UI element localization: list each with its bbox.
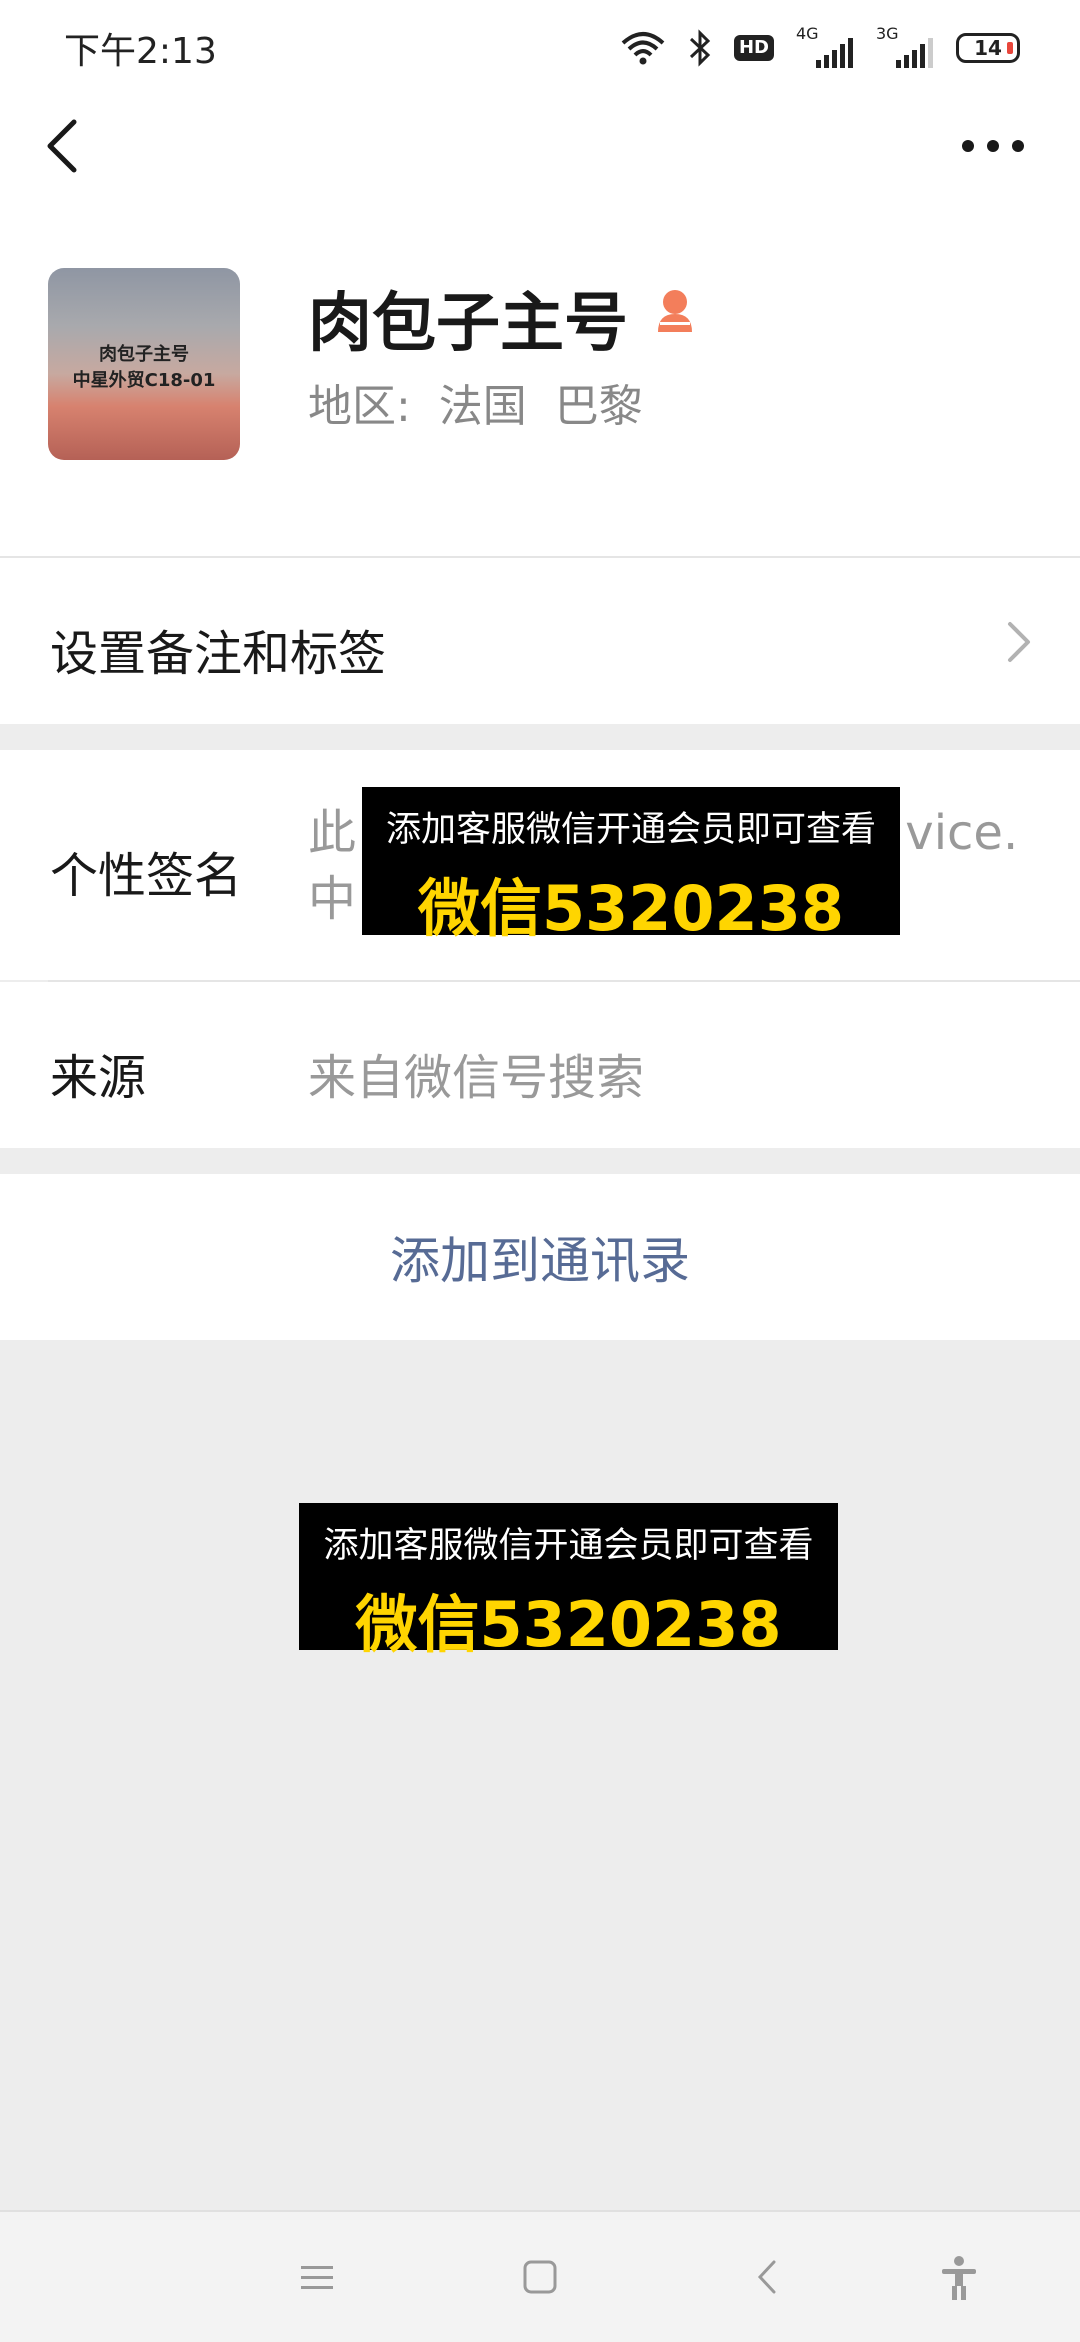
source-row: 来源 来自微信号搜索 (0, 982, 1080, 1148)
add-to-contacts-button[interactable]: 添加到通讯录 (0, 1174, 1080, 1340)
female-gender-icon (650, 286, 700, 336)
battery-low-indicator (1007, 42, 1013, 54)
back-chevron-icon[interactable] (742, 2252, 792, 2302)
avatar-text-line2: 中星外贸C18-01 (72, 370, 216, 391)
promo-line2: 微信5320238 (418, 872, 844, 945)
menu-icon[interactable] (293, 2252, 343, 2302)
status-bar: 下午2:13 HD 4G 3G 14 (0, 0, 1080, 96)
hd-icon: HD (733, 35, 774, 61)
profile-name: 肉包子主号 (308, 287, 628, 361)
promo-line2: 微信5320238 (355, 1588, 782, 1661)
signal-3g-icon: 3G (876, 24, 934, 68)
promo-banner: 添加客服微信开通会员即可查看 微信5320238 (299, 1503, 838, 1661)
profile-region: 地区: 法国 巴黎 (308, 381, 643, 432)
bluetooth-icon (688, 29, 712, 67)
promo-banner: 添加客服微信开通会员即可查看 微信5320238 (362, 787, 900, 945)
more-dots-icon[interactable] (958, 126, 1028, 166)
avatar-text-line1: 肉包子主号 (99, 344, 189, 365)
promo-line1: 添加客服微信开通会员即可查看 (385, 810, 876, 850)
signal-4g-icon: 4G (796, 24, 854, 68)
accessibility-icon[interactable] (934, 2252, 984, 2302)
back-arrow-icon[interactable] (36, 116, 96, 176)
avatar[interactable]: 肉包子主号 中星外贸C18-01 (48, 268, 240, 460)
source-value: 来自微信号搜索 (308, 1050, 645, 1106)
system-nav-bar (0, 2210, 1080, 2342)
wifi-icon (620, 31, 666, 65)
promo-line1: 添加客服微信开通会员即可查看 (323, 1526, 814, 1566)
status-time: 下午2:13 (64, 31, 217, 72)
home-square-icon[interactable] (515, 2252, 565, 2302)
source-label: 来源 (50, 1050, 147, 1106)
signature-label: 个性签名 (50, 848, 243, 904)
battery-icon: 14 (956, 33, 1020, 63)
battery-level: 14 (974, 36, 1002, 60)
status-icons: HD 4G 3G 14 (620, 24, 1020, 70)
chevron-right-icon (998, 614, 1038, 670)
remark-tags-row[interactable]: 设置备注和标签 (0, 558, 1080, 724)
add-contact-row: 添加到通讯录 (0, 1174, 1080, 1340)
remark-label: 设置备注和标签 (50, 626, 387, 682)
